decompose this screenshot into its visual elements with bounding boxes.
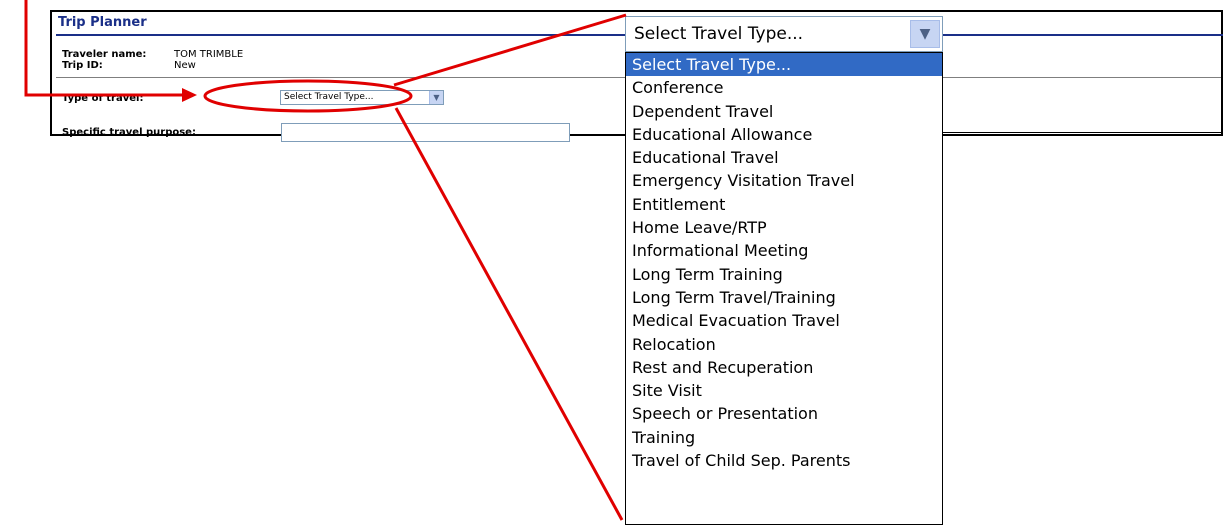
type-of-travel-selected: Select Travel Type... <box>284 92 374 102</box>
option-dependent-travel[interactable]: Dependent Travel <box>626 100 942 123</box>
type-of-travel-select[interactable]: Select Travel Type... ▼ <box>280 90 444 105</box>
option-medical-evacuation-travel[interactable]: Medical Evacuation Travel <box>626 309 942 332</box>
traveler-name-label: Traveler name: <box>62 49 147 60</box>
traveler-name-value: TOM TRIMBLE <box>174 49 244 60</box>
type-of-travel-label: Type of travel: <box>62 93 144 104</box>
option-rest-and-recuperation[interactable]: Rest and Recuperation <box>626 356 942 379</box>
option-informational-meeting[interactable]: Informational Meeting <box>626 239 942 262</box>
trip-id-label: Trip ID: <box>62 60 103 71</box>
chevron-down-icon[interactable]: ▼ <box>429 91 443 104</box>
option-educational-travel[interactable]: Educational Travel <box>626 146 942 169</box>
option-long-term-training[interactable]: Long Term Training <box>626 263 942 286</box>
zoom-panel-edge <box>943 132 1223 133</box>
option-site-visit[interactable]: Site Visit <box>626 379 942 402</box>
option-select-travel-type[interactable]: Select Travel Type... <box>626 53 942 77</box>
travel-type-listbox: Select Travel Type... Conference Depende… <box>625 52 943 525</box>
option-long-term-travel-training[interactable]: Long Term Travel/Training <box>626 286 942 309</box>
panel-title: Trip Planner <box>58 15 147 30</box>
option-training[interactable]: Training <box>626 426 942 449</box>
option-relocation[interactable]: Relocation <box>626 333 942 356</box>
chevron-down-icon[interactable]: ▼ <box>910 20 940 48</box>
option-educational-allowance[interactable]: Educational Allowance <box>626 123 942 146</box>
purpose-input[interactable] <box>281 123 570 142</box>
zoomed-travel-type-select[interactable]: Select Travel Type... ▼ <box>625 16 943 52</box>
option-conference[interactable]: Conference <box>626 76 942 99</box>
option-speech-or-presentation[interactable]: Speech or Presentation <box>626 402 942 425</box>
zoom-title-rule <box>943 34 1223 36</box>
option-home-leave-rtp[interactable]: Home Leave/RTP <box>626 216 942 239</box>
option-emergency-visitation-travel[interactable]: Emergency Visitation Travel <box>626 169 942 192</box>
callout-line-bottom <box>394 107 624 521</box>
option-entitlement[interactable]: Entitlement <box>626 193 942 216</box>
trip-id-value: New <box>174 60 196 71</box>
purpose-label: Specific travel purpose: <box>62 127 196 138</box>
option-travel-of-child-sep-parents[interactable]: Travel of Child Sep. Parents <box>626 449 942 472</box>
zoomed-selected-value: Select Travel Type... <box>634 24 804 44</box>
